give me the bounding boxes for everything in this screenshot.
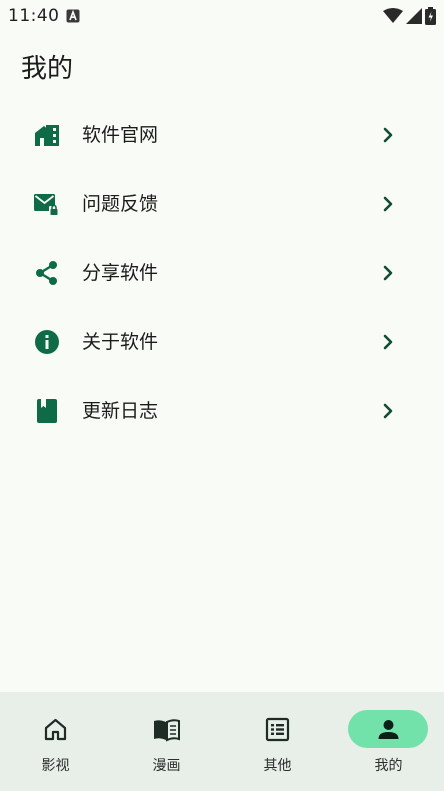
chevron-right-icon	[383, 403, 393, 419]
menu-item-label: 软件官网	[82, 124, 159, 146]
share-icon	[36, 261, 57, 285]
menu-item-label: 问题反馈	[82, 193, 159, 215]
battery-icon	[425, 7, 436, 25]
menu-item-label: 关于软件	[82, 331, 159, 353]
wifi-icon	[383, 8, 403, 23]
menu-item-feedback[interactable]: 问题反馈	[0, 169, 444, 238]
menu-item-share[interactable]: 分享软件	[0, 238, 444, 307]
person-icon	[378, 720, 399, 739]
menu-item-label: 分享软件	[82, 262, 159, 284]
status-icons	[383, 7, 436, 25]
nav-tab-label: 漫画	[152, 758, 181, 774]
nav-tab-label: 其他	[263, 758, 292, 774]
status-bar: 11:40	[0, 0, 444, 34]
menu-item-label: 更新日志	[82, 400, 159, 422]
chevron-right-icon	[383, 196, 393, 212]
menu-item-changelog[interactable]: 更新日志	[0, 376, 444, 445]
page-title: 我的	[21, 54, 74, 84]
list-icon	[265, 717, 290, 742]
signal-icon	[406, 8, 422, 24]
chevron-right-icon	[383, 127, 393, 143]
home-building-icon	[35, 125, 59, 146]
menu-item-about[interactable]: 关于软件	[0, 307, 444, 376]
bottom-navigation: 影视 漫画 其他 我的	[0, 692, 444, 791]
mail-lock-icon	[34, 194, 59, 215]
home-icon	[44, 718, 67, 741]
open-book-icon	[154, 719, 180, 742]
nav-tab-movies[interactable]: 影视	[0, 692, 111, 791]
nav-tab-label: 影视	[41, 758, 70, 774]
info-icon	[35, 330, 59, 354]
nav-tab-other[interactable]: 其他	[222, 692, 333, 791]
nav-tab-comics[interactable]: 漫画	[111, 692, 222, 791]
menu-item-website[interactable]: 软件官网	[0, 100, 444, 169]
chevron-right-icon	[383, 265, 393, 281]
chevron-right-icon	[383, 334, 393, 350]
a-letter-badge-icon	[66, 9, 80, 23]
book-icon	[37, 399, 57, 423]
nav-tab-mine[interactable]: 我的	[333, 692, 444, 791]
status-time: 11:40	[8, 6, 60, 26]
nav-tab-label: 我的	[374, 758, 403, 774]
